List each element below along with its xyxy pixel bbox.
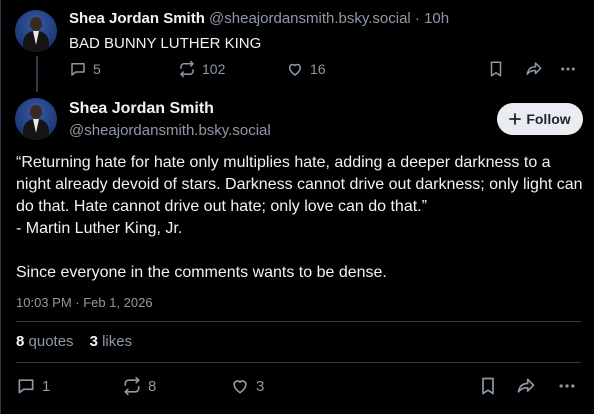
repost-icon [180, 60, 194, 78]
post-timestamp[interactable]: 10:03 PM · Feb 1, 2026 [16, 295, 153, 310]
thread-connector-line [36, 56, 38, 92]
parent-author-name[interactable]: Shea Jordan Smith [69, 10, 205, 27]
more-icon [559, 384, 575, 388]
main-author-name[interactable]: Shea Jordan Smith [69, 100, 214, 118]
main-avatar[interactable] [15, 98, 57, 140]
bookmark-icon [490, 61, 502, 77]
thread-view: Shea Jordan Smith @sheajordansmith.bsky.… [0, 0, 594, 414]
follow-label: Follow [526, 111, 571, 127]
quotes-count: 8 [16, 333, 25, 350]
repost-icon [124, 376, 140, 396]
reply-icon [71, 63, 85, 76]
quotes-stat[interactable]: 8 quotes [16, 333, 74, 350]
reply-icon [18, 379, 34, 394]
parent-bookmark-button[interactable] [488, 60, 504, 83]
likes-count: 3 [89, 333, 98, 350]
main-bookmark-button[interactable] [479, 376, 497, 401]
main-author-handle[interactable]: @sheajordansmith.bsky.social [69, 122, 271, 139]
parent-meta-separator: · [414, 10, 420, 27]
plus-icon [509, 113, 522, 125]
parent-reply-button[interactable]: 5 [69, 60, 101, 78]
bookmark-icon [482, 377, 494, 395]
divider-bottom [16, 362, 581, 363]
main-reply-count: 1 [42, 377, 51, 395]
main-post-text: “Returning hate for hate only multiplies… [16, 154, 583, 281]
parent-more-button[interactable] [559, 60, 577, 83]
main-share-button[interactable] [515, 376, 537, 401]
parent-like-count: 16 [310, 61, 326, 77]
follow-button[interactable]: Follow [497, 103, 583, 135]
share-icon [517, 378, 535, 393]
parent-repost-count: 102 [202, 61, 226, 77]
likes-label: likes [102, 333, 133, 350]
engagement-stats: 8 quotes 3 likes [16, 333, 132, 350]
likes-stat[interactable]: 3 likes [90, 333, 133, 350]
parent-share-button[interactable] [524, 60, 544, 83]
share-icon [526, 62, 542, 75]
parent-post-text: BAD BUNNY LUTHER KING [69, 35, 262, 52]
parent-reply-count: 5 [93, 61, 101, 77]
main-repost-button[interactable]: 8 [122, 376, 156, 396]
main-more-button[interactable] [557, 376, 577, 401]
like-icon [233, 380, 247, 394]
parent-post-age[interactable]: 10h [424, 10, 449, 27]
main-reply-button[interactable]: 1 [16, 376, 50, 396]
parent-avatar[interactable] [15, 10, 57, 52]
divider-top [16, 321, 581, 322]
main-repost-count: 8 [148, 377, 157, 395]
parent-like-button[interactable]: 16 [286, 60, 326, 78]
parent-author-handle[interactable]: @sheajordansmith.bsky.social [209, 10, 411, 27]
main-like-button[interactable]: 3 [230, 376, 264, 396]
quotes-label: quotes [28, 333, 74, 350]
parent-repost-button[interactable]: 102 [178, 60, 225, 78]
like-icon [289, 63, 301, 76]
parent-post-header: Shea Jordan Smith @sheajordansmith.bsky.… [69, 10, 449, 27]
more-icon [561, 67, 575, 71]
main-like-count: 3 [256, 377, 265, 395]
